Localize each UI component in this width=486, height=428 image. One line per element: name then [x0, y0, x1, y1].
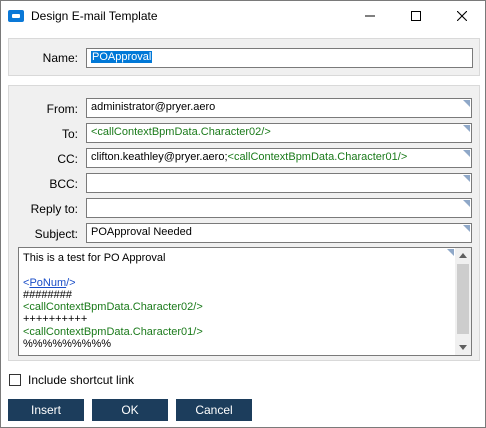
body-close-bracket: /> [66, 276, 76, 289]
to-input[interactable]: <callContextBpmData.Character02/> [86, 123, 472, 143]
cc-value-address: clifton.keathley@pryer.aero; [91, 151, 228, 163]
to-label: To: [61, 127, 78, 141]
ponum-link[interactable]: PoNum [29, 277, 66, 289]
body-line [23, 264, 453, 276]
cancel-button[interactable]: Cancel [176, 399, 252, 421]
body-line: <callContextBpmData.Character02/> [23, 301, 203, 314]
subject-label: Subject: [34, 227, 78, 241]
bcc-label: BCC: [49, 177, 78, 191]
ok-button[interactable]: OK [92, 399, 168, 421]
from-label: From: [46, 102, 78, 116]
body-line: <PoNum/> [23, 277, 453, 289]
body-line: ++++++++++ [23, 313, 88, 326]
subject-value: POApproval Needed [91, 226, 192, 238]
from-value: administrator@pryer.aero [91, 101, 216, 113]
maximize-icon [411, 11, 421, 21]
replyto-input[interactable] [86, 198, 472, 218]
minimize-icon [365, 15, 375, 17]
insert-button-label: Insert [30, 403, 61, 417]
expand-corner-icon [463, 175, 470, 182]
bcc-input[interactable] [86, 173, 472, 193]
close-button[interactable] [439, 1, 485, 31]
ok-button-label: OK [121, 403, 139, 417]
body-line: ######## [23, 288, 72, 301]
cc-value-tag: <callContextBpmData.Character01/> [227, 151, 408, 163]
scroll-up-icon[interactable] [459, 253, 467, 258]
expand-corner-icon [463, 150, 470, 157]
vertical-scrollbar[interactable] [455, 248, 471, 355]
maximize-button[interactable] [393, 1, 439, 31]
design-email-template-window: Design E-mail Template Name: POApproval … [0, 0, 486, 428]
scroll-down-icon[interactable] [459, 345, 467, 350]
cc-label: CC: [57, 152, 78, 166]
name-value: POApproval [91, 51, 153, 63]
replyto-label: Reply to: [30, 202, 78, 216]
body-line: <callContextBpmData.Character01/> [23, 325, 203, 338]
scroll-thumb[interactable] [457, 264, 469, 334]
include-shortcut-checkbox[interactable] [9, 374, 21, 386]
name-label: Name: [42, 51, 78, 65]
expand-corner-icon [463, 200, 470, 207]
expand-corner-icon [447, 249, 454, 256]
expand-corner-icon [463, 125, 470, 132]
email-body-editor[interactable]: This is a test for PO Approval <PoNum/> … [18, 247, 472, 356]
include-shortcut-label: Include shortcut link [28, 373, 135, 387]
minimize-button[interactable] [347, 1, 393, 31]
expand-corner-icon [463, 225, 470, 232]
close-icon [457, 11, 467, 21]
body-line: %%%%%%%%% [23, 338, 112, 351]
app-icon [8, 10, 24, 22]
from-input[interactable]: administrator@pryer.aero [86, 98, 472, 118]
insert-button[interactable]: Insert [8, 399, 84, 421]
subject-input[interactable]: POApproval Needed [86, 223, 472, 243]
window-title: Design E-mail Template [31, 9, 158, 23]
cancel-button-label: Cancel [195, 403, 233, 417]
email-body-text: This is a test for PO Approval <PoNum/> … [23, 252, 453, 350]
expand-corner-icon [463, 100, 470, 107]
name-input[interactable]: POApproval [86, 48, 473, 68]
title-bar: Design E-mail Template [1, 1, 485, 31]
cc-input[interactable]: clifton.keathley@pryer.aero;<callContext… [86, 148, 472, 168]
body-line: This is a test for PO Approval [23, 252, 166, 264]
to-value: <callContextBpmData.Character02/> [91, 126, 271, 138]
